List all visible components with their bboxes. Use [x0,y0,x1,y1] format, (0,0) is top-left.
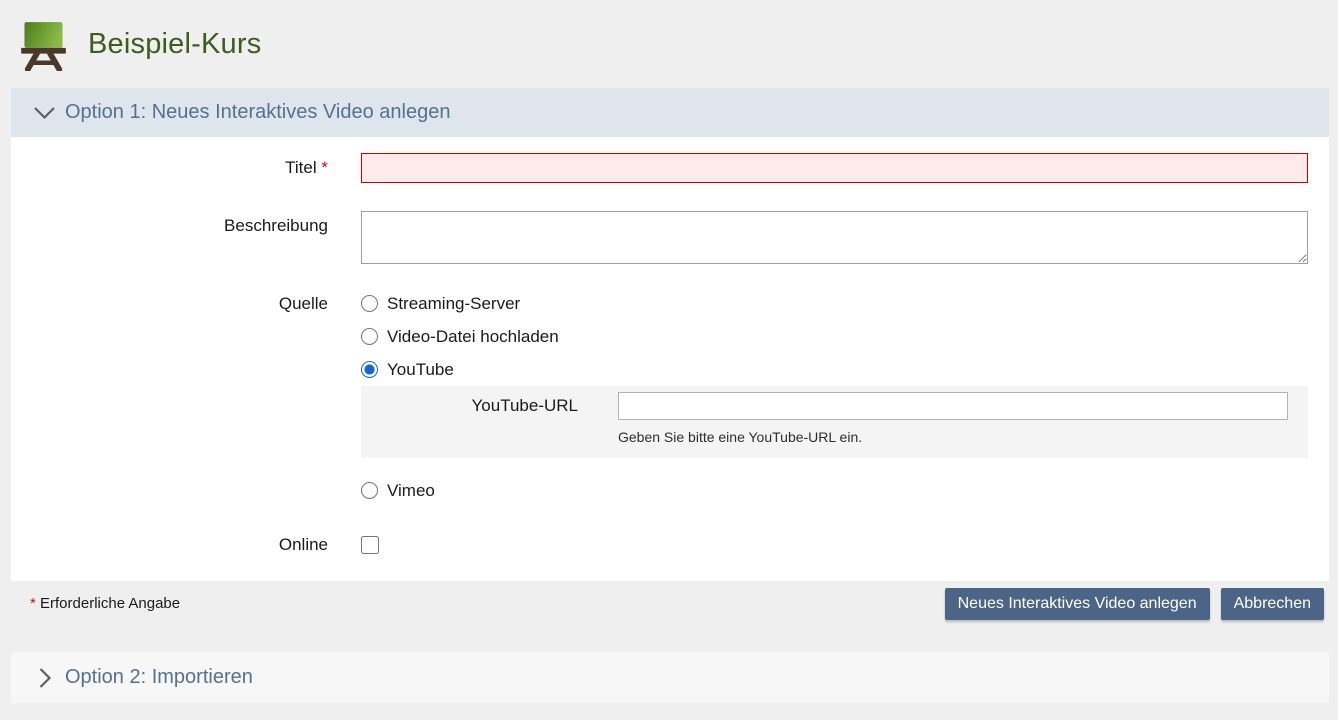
quelle-option-streaming-server: Streaming-Server [361,287,1308,320]
radio-vimeo-label[interactable]: Vimeo [387,481,435,501]
titel-row: Titel * [11,153,1329,183]
required-note: * Erforderliche Angabe [30,588,180,620]
radio-vimeo[interactable] [361,482,378,499]
course-easel-icon [17,18,70,71]
option1-section: Option 1: Neues Interaktives Video anleg… [11,88,1329,581]
required-asterisk: * [321,158,328,177]
option2-section: Option 2: Importieren [11,652,1329,703]
submit-button[interactable]: Neues Interaktives Video anlegen [945,588,1210,620]
option1-title: Option 1: Neues Interaktives Video anleg… [65,101,450,124]
chevron-down-icon [33,106,56,120]
radio-streaming-server-label[interactable]: Streaming-Server [387,294,520,314]
online-label: Online [11,528,361,561]
page-title: Beispiel-Kurs [88,28,261,61]
radio-youtube[interactable] [361,361,378,378]
required-note-asterisk: * [30,595,36,612]
radio-youtube-label[interactable]: YouTube [387,360,454,380]
quelle-row: Quelle Streaming-Server Video-Datei hoch… [11,287,1329,507]
online-checkbox[interactable] [361,536,379,554]
quelle-label: Quelle [11,287,361,507]
form-footer: * Erforderliche Angabe Neues Interaktive… [0,581,1338,652]
youtube-url-input[interactable] [618,392,1288,420]
radio-streaming-server[interactable] [361,295,378,312]
option2-title: Option 2: Importieren [65,666,253,689]
option1-header[interactable]: Option 1: Neues Interaktives Video anleg… [11,88,1329,137]
beschreibung-row: Beschreibung [11,211,1329,269]
youtube-url-label: YouTube-URL [361,392,618,420]
quelle-option-youtube: YouTube [361,353,1308,386]
option2-header[interactable]: Option 2: Importieren [11,652,1329,703]
chevron-right-icon [33,667,56,689]
quelle-option-vimeo: Vimeo [361,474,1308,507]
beschreibung-label: Beschreibung [11,211,361,269]
titel-label: Titel * [11,153,361,183]
online-row: Online [11,528,1329,561]
radio-video-datei-hochladen[interactable] [361,328,378,345]
titel-input[interactable] [361,153,1308,183]
youtube-url-panel: YouTube-URL Geben Sie bitte eine YouTube… [361,386,1308,458]
option1-form: Titel * Beschreibung Quelle Streaming-Se… [11,137,1329,581]
page-header: Beispiel-Kurs [0,0,1338,88]
cancel-button[interactable]: Abbrechen [1221,588,1324,620]
quelle-option-video-datei: Video-Datei hochladen [361,320,1308,353]
youtube-url-hint: Geben Sie bitte eine YouTube-URL ein. [618,429,1288,445]
radio-video-datei-hochladen-label[interactable]: Video-Datei hochladen [387,327,559,347]
beschreibung-textarea[interactable] [361,211,1308,264]
